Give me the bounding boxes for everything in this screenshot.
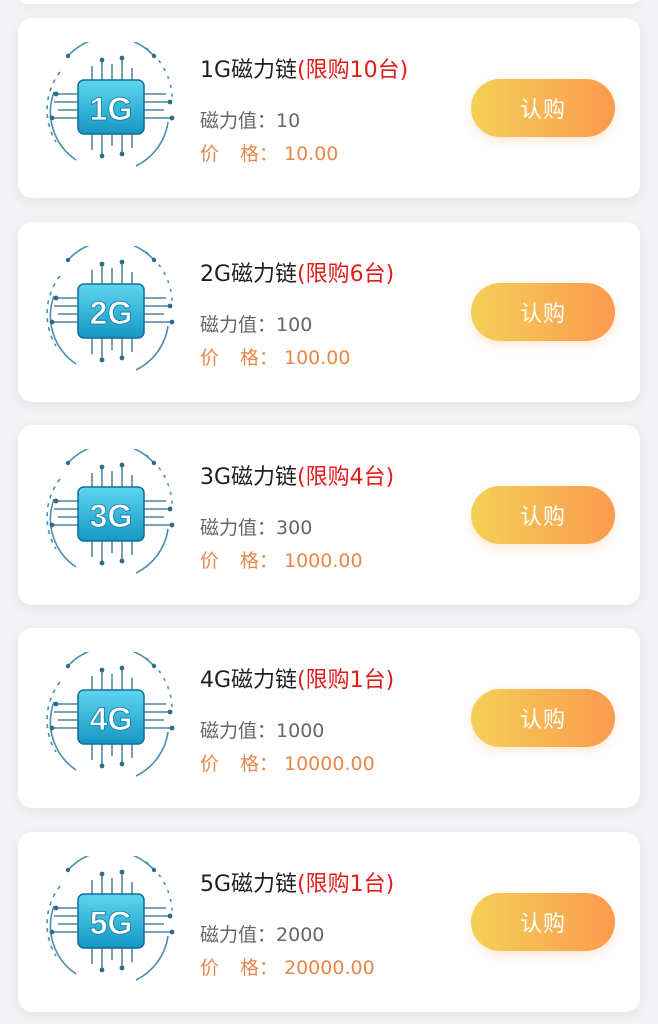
price-label-part1: 价 xyxy=(200,347,220,369)
purchase-limit: (限购4台) xyxy=(297,465,395,490)
magnet-value-label: 磁力值： xyxy=(200,517,277,539)
circuit-chip-icon: 3G xyxy=(46,449,176,579)
price-value: 20000.00 xyxy=(284,957,375,979)
magnet-value: 2000 xyxy=(276,924,325,946)
product-info: 5G磁力链(限购1台) 磁力值：2000 价格： 20000.00 xyxy=(200,866,394,980)
price-row: 价格： 20000.00 xyxy=(200,953,394,980)
price-label-part2: 格： xyxy=(240,753,279,775)
previous-card-edge xyxy=(18,0,640,4)
subscribe-button[interactable]: 认购 xyxy=(471,486,615,544)
magnet-value-row: 磁力值：300 xyxy=(200,513,394,540)
product-info: 3G磁力链(限购4台) 磁力值：300 价格： 1000.00 xyxy=(200,459,394,573)
magnet-value-label: 磁力值： xyxy=(200,314,277,336)
purchase-limit: (限购6台) xyxy=(297,262,395,287)
product-name: 1G磁力链 xyxy=(200,58,298,83)
chip-label: 4G xyxy=(90,701,133,737)
magnet-value-row: 磁力值：1000 xyxy=(200,716,394,743)
magnet-value-row: 磁力值：100 xyxy=(200,310,394,337)
circuit-chip-icon: 2G xyxy=(46,246,176,376)
product-info: 1G磁力链(限购10台) 磁力值：10 价格： 10.00 xyxy=(200,52,408,166)
price-row: 价格： 10000.00 xyxy=(200,749,394,776)
price-label-part2: 格： xyxy=(240,957,279,979)
price-value: 10000.00 xyxy=(284,753,375,775)
price-label-part1: 价 xyxy=(200,753,220,775)
magnet-value-label: 磁力值： xyxy=(200,720,277,742)
price-label-part1: 价 xyxy=(200,143,220,165)
magnet-value: 10 xyxy=(276,110,301,132)
price-label-part2: 格： xyxy=(240,347,279,369)
product-title: 5G磁力链(限购1台) xyxy=(200,866,394,898)
price-row: 价格： 100.00 xyxy=(200,343,394,370)
product-title: 2G磁力链(限购6台) xyxy=(200,256,394,288)
product-name: 4G磁力链 xyxy=(200,668,298,693)
product-title: 4G磁力链(限购1台) xyxy=(200,662,394,694)
purchase-limit: (限购1台) xyxy=(297,668,395,693)
magnet-value: 1000 xyxy=(276,720,325,742)
product-card: 5G 5G磁力链(限购1台) 磁力值：2000 价格： 20000.00 认购 xyxy=(18,832,640,1012)
subscribe-button[interactable]: 认购 xyxy=(471,893,615,951)
magnet-value: 100 xyxy=(276,314,313,336)
product-card: 3G 3G磁力链(限购4台) 磁力值：300 价格： 1000.00 认购 xyxy=(18,425,640,605)
product-list-page: 1G 1G磁力链(限购10台) 磁力值：10 价格： 10.00 认购 2G 2… xyxy=(0,0,658,1024)
price-label-part2: 格： xyxy=(240,143,279,165)
circuit-chip-icon: 5G xyxy=(46,856,176,986)
chip-label: 2G xyxy=(90,295,133,331)
price-value: 100.00 xyxy=(284,347,351,369)
price-label-part2: 格： xyxy=(240,550,279,572)
circuit-chip-icon: 1G xyxy=(46,42,176,172)
price-label-part1: 价 xyxy=(200,550,220,572)
price-row: 价格： 1000.00 xyxy=(200,546,394,573)
product-name: 5G磁力链 xyxy=(200,872,298,897)
chip-label: 1G xyxy=(90,91,133,127)
magnet-value-row: 磁力值：2000 xyxy=(200,920,394,947)
product-title: 1G磁力链(限购10台) xyxy=(200,52,408,84)
price-label-part1: 价 xyxy=(200,957,220,979)
circuit-chip-icon: 4G xyxy=(46,652,176,782)
product-card: 4G 4G磁力链(限购1台) 磁力值：1000 价格： 10000.00 认购 xyxy=(18,628,640,808)
price-value: 10.00 xyxy=(284,143,339,165)
magnet-value: 300 xyxy=(276,517,313,539)
product-name: 2G磁力链 xyxy=(200,262,298,287)
product-title: 3G磁力链(限购4台) xyxy=(200,459,394,491)
price-value: 1000.00 xyxy=(284,550,363,572)
price-row: 价格： 10.00 xyxy=(200,139,408,166)
product-name: 3G磁力链 xyxy=(200,465,298,490)
chip-label: 3G xyxy=(90,498,133,534)
purchase-limit: (限购10台) xyxy=(297,58,409,83)
subscribe-button[interactable]: 认购 xyxy=(471,283,615,341)
subscribe-button[interactable]: 认购 xyxy=(471,689,615,747)
product-info: 2G磁力链(限购6台) 磁力值：100 价格： 100.00 xyxy=(200,256,394,370)
magnet-value-label: 磁力值： xyxy=(200,924,277,946)
purchase-limit: (限购1台) xyxy=(297,872,395,897)
product-info: 4G磁力链(限购1台) 磁力值：1000 价格： 10000.00 xyxy=(200,662,394,776)
chip-label: 5G xyxy=(90,905,133,941)
product-card: 2G 2G磁力链(限购6台) 磁力值：100 价格： 100.00 认购 xyxy=(18,222,640,402)
magnet-value-row: 磁力值：10 xyxy=(200,106,408,133)
magnet-value-label: 磁力值： xyxy=(200,110,277,132)
product-card: 1G 1G磁力链(限购10台) 磁力值：10 价格： 10.00 认购 xyxy=(18,18,640,198)
subscribe-button[interactable]: 认购 xyxy=(471,79,615,137)
